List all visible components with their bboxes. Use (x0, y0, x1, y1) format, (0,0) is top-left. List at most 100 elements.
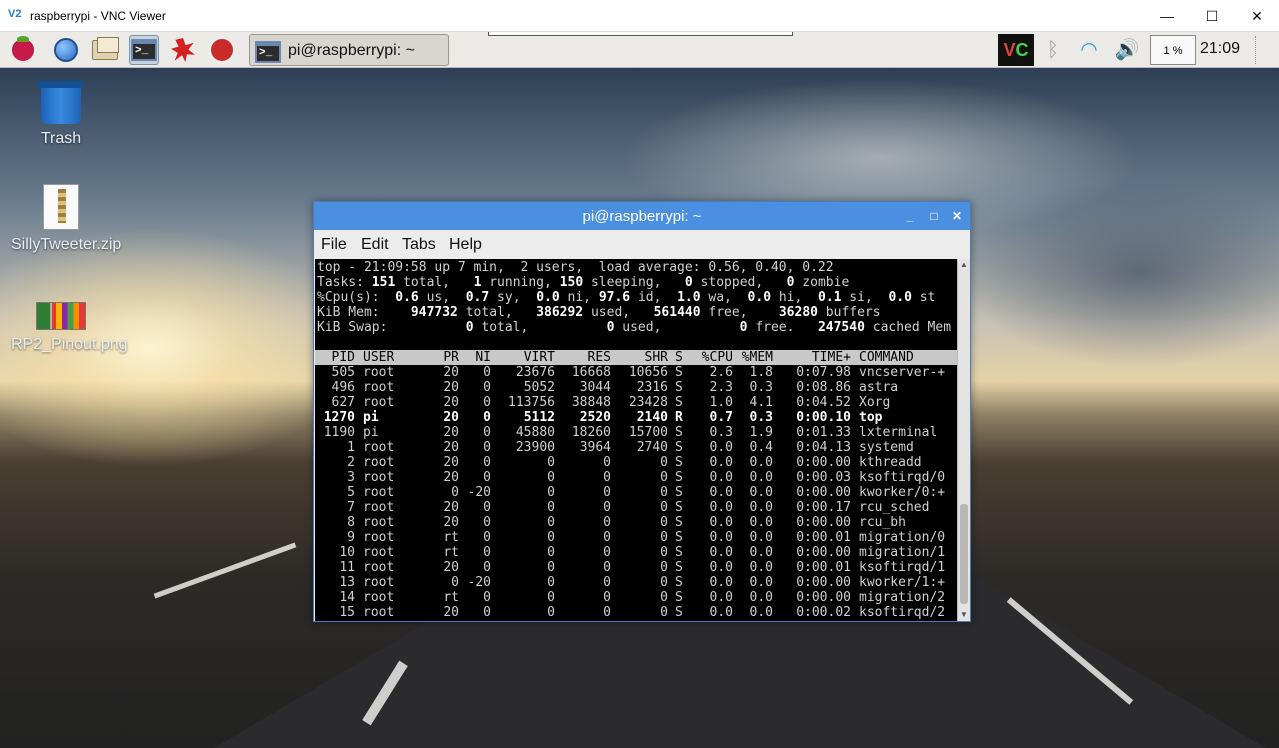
process-cell: R (675, 410, 683, 425)
menu-help[interactable]: Help (449, 236, 482, 254)
process-cell: 0 (547, 470, 555, 485)
wolf-icon (209, 37, 235, 63)
process-cell: 0.0 (709, 530, 733, 545)
process-cell: 0:00.10 (796, 410, 851, 425)
process-cell: 113756 (508, 395, 555, 410)
process-row: 5 root 0 -20 0 0 0 S 0.0 0.0 0:00.00 kworker/0:+ (315, 485, 957, 500)
terminal-scrollbar[interactable]: ▲ ▼ (957, 259, 970, 621)
scroll-up-arrow-icon[interactable]: ▲ (958, 259, 970, 271)
zip-file-icon (43, 184, 79, 230)
process-cell: root (363, 515, 395, 530)
raspberry-menu-button[interactable] (8, 35, 38, 65)
column-header-ni: NI (475, 350, 491, 365)
scroll-thumb[interactable] (960, 504, 968, 604)
image-file-icon (36, 302, 86, 330)
trash-icon (38, 81, 84, 124)
process-cell: 15700 (628, 425, 668, 440)
menu-tabs[interactable]: Tabs (402, 236, 436, 254)
process-cell: 0.0 (709, 500, 733, 515)
menu-file[interactable]: File (321, 236, 347, 254)
process-cell: 0 (660, 500, 668, 515)
process-cell: 0 (483, 410, 491, 425)
scroll-down-arrow-icon[interactable]: ▼ (958, 609, 970, 621)
wifi-icon[interactable]: ◠ (1076, 37, 1102, 63)
browser-launcher[interactable] (51, 35, 81, 65)
process-cell: 0.0 (749, 590, 773, 605)
process-cell: 0 (483, 605, 491, 620)
bluetooth-icon[interactable]: ᛒ (1040, 37, 1066, 63)
process-cell: 0 (547, 530, 555, 545)
terminal-title-bar[interactable]: pi@raspberrypi: ~ _ □ ✕ (314, 202, 970, 230)
taskbar-terminal-button[interactable]: >_ pi@raspberrypi: ~ (249, 34, 449, 66)
vnc-server-icon[interactable]: VC (998, 34, 1034, 66)
wolfram-launcher[interactable] (207, 35, 237, 65)
desktop-icon-rp2-pinout[interactable]: RP2_Pinout.png (11, 302, 128, 356)
process-cell: 20 (443, 425, 459, 440)
process-cell: 20 (443, 455, 459, 470)
terminal-icon: >_ (131, 39, 157, 61)
terminal-window[interactable]: pi@raspberrypi: ~ _ □ ✕ File Edit Tabs H… (313, 201, 971, 622)
process-cell: 0 (483, 530, 491, 545)
process-cell: 0:00.00 (796, 515, 851, 530)
process-cell: 10 (339, 545, 355, 560)
menu-edit[interactable]: Edit (361, 236, 389, 254)
process-cell: 0 (660, 590, 668, 605)
burst-icon (171, 38, 195, 62)
process-cell: 0 (483, 440, 491, 455)
process-cell: root (363, 380, 395, 395)
process-cell: 0.0 (709, 440, 733, 455)
process-cell: 0:00.01 (796, 530, 851, 545)
clock[interactable]: 21:09 (1200, 40, 1240, 58)
host-minimize-button[interactable]: — (1156, 6, 1178, 26)
process-cell: 20 (443, 515, 459, 530)
process-row: 9 root rt 0 0 0 0 S 0.0 0.0 0:00.01 migration/0 (315, 530, 957, 545)
process-cell: 0 (603, 560, 611, 575)
terminal-output[interactable]: top - 21:09:58 up 7 min, 2 users, load a… (315, 259, 957, 621)
process-cell: S (675, 470, 683, 485)
process-cell: 0 (603, 500, 611, 515)
terminal-launcher[interactable]: >_ (129, 35, 159, 65)
raspberry-pi-icon (12, 36, 34, 61)
process-cell: 0:04.52 (796, 395, 851, 410)
process-cell: 20 (443, 500, 459, 515)
process-cell: S (675, 440, 683, 455)
host-close-button[interactable]: ✕ (1246, 6, 1268, 26)
process-cell: S (675, 365, 683, 380)
process-cell: root (363, 365, 395, 380)
file-manager-launcher[interactable] (90, 35, 120, 65)
process-cell: 0 (547, 500, 555, 515)
cpu-usage-monitor[interactable]: 1 % (1150, 35, 1196, 65)
host-title-bar: V2 raspberrypi - VNC Viewer — ☐ ✕ (0, 0, 1279, 32)
process-cell: 11 (339, 560, 355, 575)
process-cell: 0 (660, 485, 668, 500)
process-cell: -20 (467, 575, 491, 590)
vnc-toolbar-tab[interactable] (488, 32, 793, 36)
desktop-icon-sillytweeter-zip[interactable]: SillyTweeter.zip (11, 184, 121, 256)
process-row: 15 root 20 0 0 0 0 S 0.0 0.0 0:00.02 ksoftirqd/2 (315, 605, 957, 620)
process-cell: 0:00.03 (796, 470, 851, 485)
process-cell: 0 (547, 515, 555, 530)
top-cpu-line: %Cpu(s): 0.6 us, 0.7 sy, 0.0 ni, 97.6 id… (317, 290, 936, 305)
process-cell: 0 (483, 395, 491, 410)
process-cell: 0 (547, 560, 555, 575)
process-cell: 0.3 (709, 425, 733, 440)
process-cell: S (675, 455, 683, 470)
process-cell: migration/0 (859, 530, 946, 545)
process-cell: root (363, 395, 395, 410)
terminal-maximize-button[interactable]: □ (926, 208, 942, 224)
terminal-minimize-button[interactable]: _ (902, 208, 918, 224)
process-cell: 1.9 (749, 425, 773, 440)
process-cell: S (675, 500, 683, 515)
host-maximize-button[interactable]: ☐ (1201, 6, 1223, 26)
terminal-close-button[interactable]: ✕ (949, 208, 965, 224)
mathematica-launcher[interactable] (168, 35, 198, 65)
process-row: 3 root 20 0 0 0 0 S 0.0 0.0 0:00.03 ksoftirqd/0 (315, 470, 957, 485)
process-row: 496 root 20 0 5052 3044 2316 S 2.3 0.3 0:08.86 astr… (315, 380, 957, 395)
process-cell: root (363, 590, 395, 605)
process-cell: kworker/1:+ (859, 575, 946, 590)
process-cell: 20 (443, 380, 459, 395)
process-cell: rcu_sched (859, 500, 930, 515)
desktop-icon-trash[interactable]: Trash (11, 81, 111, 150)
volume-icon[interactable]: 🔊 (1114, 37, 1140, 63)
process-cell: 23676 (515, 365, 555, 380)
